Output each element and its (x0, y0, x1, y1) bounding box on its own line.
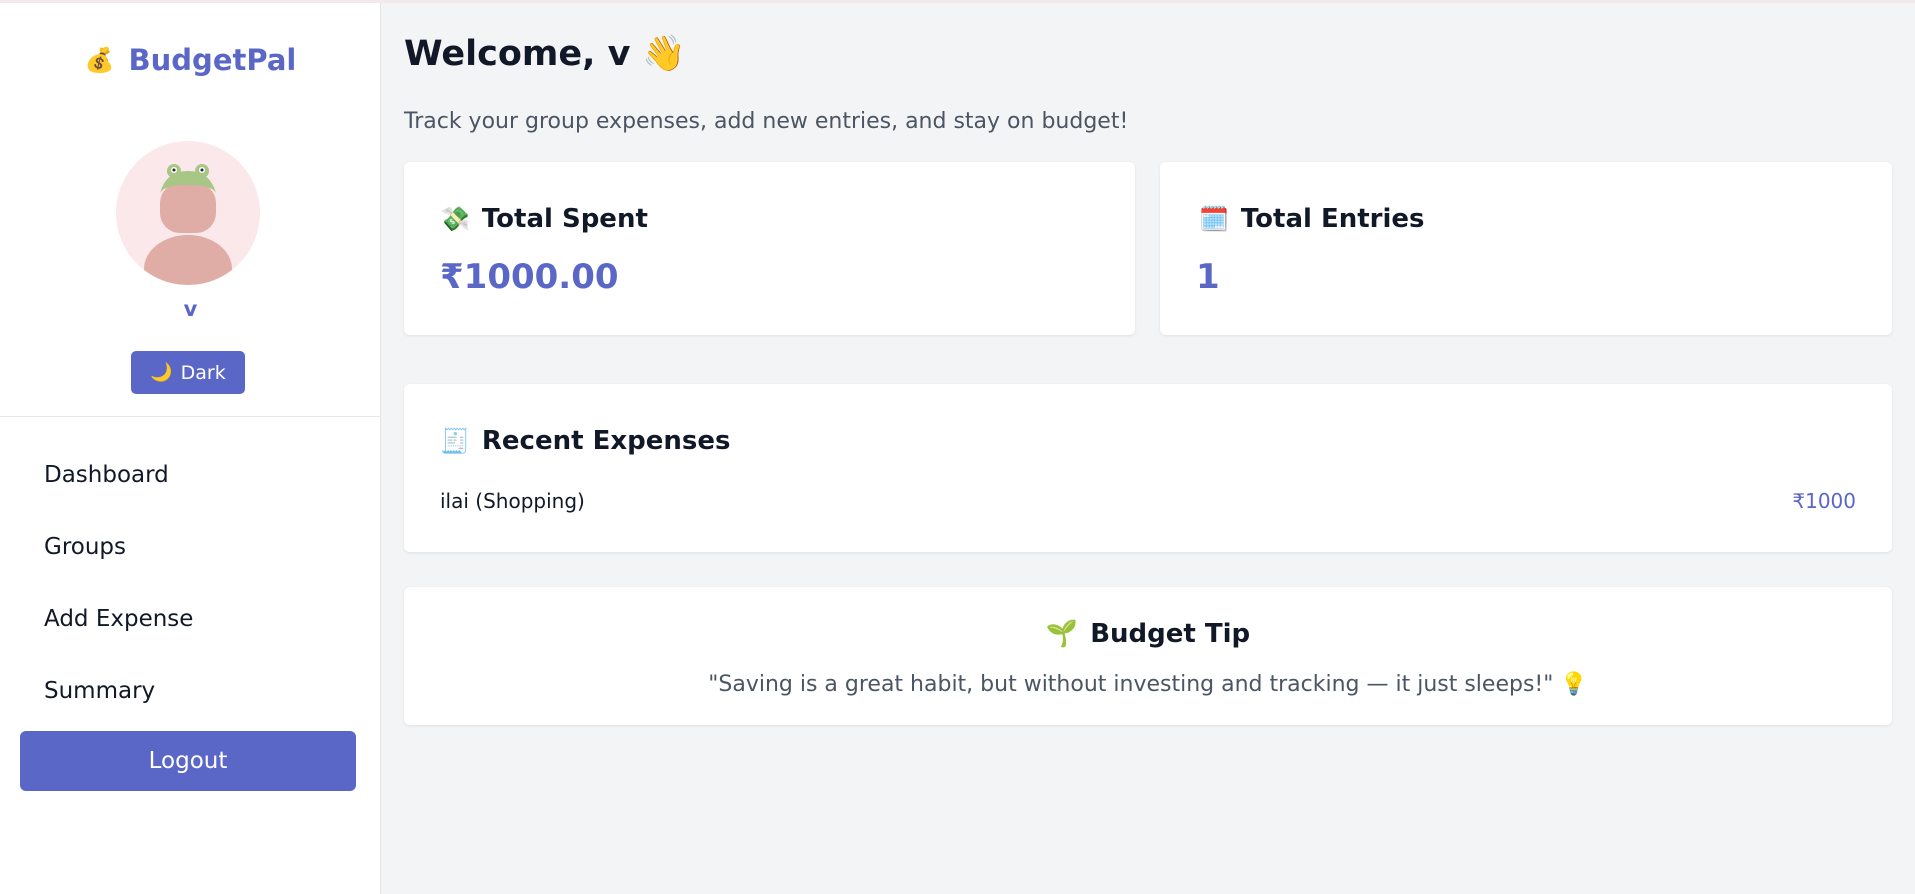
sidebar-item-add-expense[interactable]: Add Expense (44, 606, 193, 632)
brand[interactable]: 💰 BudgetPal (0, 43, 381, 77)
brand-name: BudgetPal (128, 43, 297, 77)
budget-tip-card: 🌱 Budget Tip "Saving is a great habit, b… (404, 587, 1892, 725)
total-spent-title: 💸 Total Spent (440, 204, 648, 234)
sidebar-item-groups[interactable]: Groups (44, 534, 126, 560)
budget-tip-title: 🌱 Budget Tip (404, 619, 1892, 649)
page-subtitle: Track your group expenses, add new entri… (404, 109, 1129, 134)
total-spent-card: 💸 Total Spent ₹1000.00 (404, 162, 1135, 335)
seedling-icon: 🌱 (1045, 619, 1079, 649)
money-bag-icon: 💰 (84, 46, 115, 74)
recent-expenses-card: 🧾 Recent Expenses ilai (Shopping) ₹1000 (404, 384, 1892, 552)
recent-expenses-label: Recent Expenses (481, 426, 731, 456)
total-entries-value: 1 (1196, 257, 1220, 297)
dark-mode-toggle-button[interactable]: 🌙 Dark (131, 351, 245, 394)
recent-expenses-title: 🧾 Recent Expenses (440, 426, 730, 456)
total-spent-label: Total Spent (481, 204, 648, 234)
welcome-text: Welcome, v (404, 33, 631, 74)
total-entries-card: 🗓️ Total Entries 1 (1160, 162, 1892, 335)
page-title: Welcome, v 👋 (404, 33, 686, 75)
moon-icon: 🌙 (150, 362, 173, 383)
expense-item-amount: ₹1000 (1792, 489, 1856, 513)
waving-hand-icon: 👋 (642, 34, 686, 74)
sidebar-item-dashboard[interactable]: Dashboard (44, 462, 169, 488)
budget-tip-label: Budget Tip (1090, 619, 1251, 649)
budget-tip-text: "Saving is a great habit, but without in… (708, 672, 1588, 697)
logout-button[interactable]: Logout (20, 731, 356, 791)
sidebar-divider (0, 416, 381, 417)
expense-item-name: ilai (Shopping) (440, 489, 585, 513)
calendar-icon: 🗓️ (1199, 205, 1229, 233)
total-entries-label: Total Entries (1240, 204, 1425, 234)
receipt-icon: 🧾 (440, 427, 470, 455)
money-wings-icon: 💸 (440, 205, 470, 233)
theme-toggle-label: Dark (180, 361, 226, 384)
frog-hat-avatar-icon (116, 141, 260, 285)
user-name: v (183, 297, 198, 321)
total-entries-title: 🗓️ Total Entries (1199, 204, 1425, 234)
avatar[interactable] (116, 141, 260, 285)
sidebar-item-summary[interactable]: Summary (44, 678, 155, 704)
sidebar: 💰 BudgetPal v 🌙 Dark Dashboard Groups Ad… (0, 3, 381, 894)
total-spent-value: ₹1000.00 (440, 257, 619, 297)
